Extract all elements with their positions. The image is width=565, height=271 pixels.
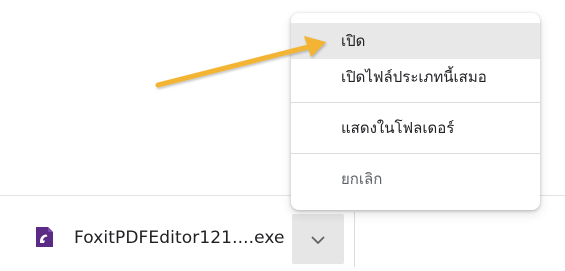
chrome-download-shelf-context: FoxitPDFEditor121....exe เปิด เปิดไฟล์ปร… xyxy=(0,0,565,271)
download-item-separator xyxy=(354,212,355,267)
menu-item-cancel[interactable]: ยกเลิก xyxy=(291,161,540,197)
menu-item-label: เปิดไฟล์ประเภทนี้เสมอ xyxy=(341,68,487,86)
chevron-down-icon xyxy=(311,230,325,249)
menu-item-label: แสดงในโฟลเดอร์ xyxy=(341,119,455,137)
menu-item-label: เปิด xyxy=(341,32,366,50)
foxit-pdf-icon xyxy=(34,226,54,248)
menu-separator xyxy=(291,102,540,103)
download-file-name: FoxitPDFEditor121....exe xyxy=(74,228,285,248)
download-options-button[interactable] xyxy=(292,214,344,264)
download-item[interactable]: FoxitPDFEditor121....exe xyxy=(26,212,356,267)
download-context-menu: เปิด เปิดไฟล์ประเภทนี้เสมอ แสดงในโฟลเดอร… xyxy=(291,13,540,210)
menu-item-label: ยกเลิก xyxy=(341,170,383,188)
menu-item-show-in-folder[interactable]: แสดงในโฟลเดอร์ xyxy=(291,110,540,146)
menu-separator xyxy=(291,153,540,154)
menu-item-always-open-type[interactable]: เปิดไฟล์ประเภทนี้เสมอ xyxy=(291,59,540,95)
menu-item-open[interactable]: เปิด xyxy=(291,23,540,59)
